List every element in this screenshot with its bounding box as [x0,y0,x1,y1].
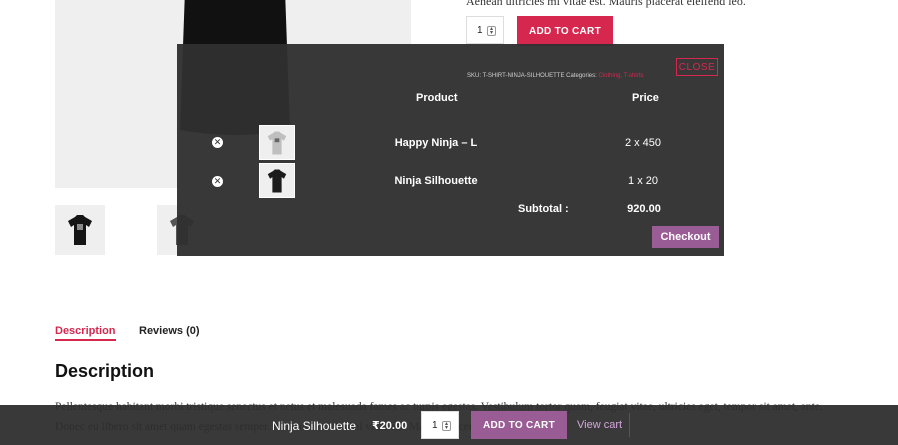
cart-item-thumb[interactable] [259,163,295,198]
cart-item-name[interactable]: Happy Ninja – L [366,137,506,149]
add-to-cart-button[interactable]: ADD TO CART [517,16,613,46]
view-cart-link[interactable]: View cart [577,419,622,431]
description-heading: Description [55,361,155,381]
quantity-input[interactable]: 1 ▴ ▾ [466,16,504,44]
subtotal-value: 920.00 [627,203,661,215]
tshirt-icon [267,168,287,193]
remove-item-icon[interactable]: ✕ [212,137,223,148]
cart-item-name[interactable]: Ninja Silhouette [366,175,506,187]
remove-item-icon[interactable]: ✕ [212,176,223,187]
tab-reviews[interactable]: Reviews (0) [139,325,200,337]
quantity-value: 1 [477,24,483,36]
tab-description[interactable]: Description [55,325,116,341]
cart-item-price: 1 x 20 [628,175,658,187]
tshirt-icon [68,215,92,245]
sticky-price: ₹20.00 [372,420,408,432]
gallery-thumb-front[interactable] [55,205,105,255]
sticky-quantity-input[interactable]: 1 ▴ ▾ [421,411,459,439]
sku-text: SKU: T-SHIRT-NINJA-SILHOUETTE Categories… [467,73,599,79]
close-button[interactable]: CLOSE [676,58,718,76]
sticky-add-to-cart-button[interactable]: ADD TO CART [471,411,567,439]
sticky-product-name: Ninja Silhouette [272,419,357,433]
spinner-icon[interactable]: ▴ ▾ [442,421,451,431]
product-excerpt: Aenean ultricies mi vitae est. Mauris pl… [466,0,746,8]
tshirt-icon [267,130,287,155]
quantity-value: 1 [432,419,438,431]
sticky-add-to-cart-bar: Ninja Silhouette ₹20.00 1 ▴ ▾ ADD TO CART… [0,405,898,445]
category-links[interactable]: Clothing, T-shirts [598,73,643,79]
divider [629,413,630,437]
spinner-icon[interactable]: ▴ ▾ [487,26,496,36]
checkout-button[interactable]: Checkout [652,226,719,248]
header-price: Price [632,92,659,104]
subtotal-label: Subtotal : [518,203,569,215]
cart-item-price: 2 x 450 [624,137,662,149]
header-product: Product [416,92,458,104]
cart-item-thumb[interactable] [259,125,295,160]
sku-line: SKU: T-SHIRT-NINJA-SILHOUETTE Categories… [467,73,643,79]
mini-cart-panel: SKU: T-SHIRT-NINJA-SILHOUETTE Categories… [177,44,724,256]
